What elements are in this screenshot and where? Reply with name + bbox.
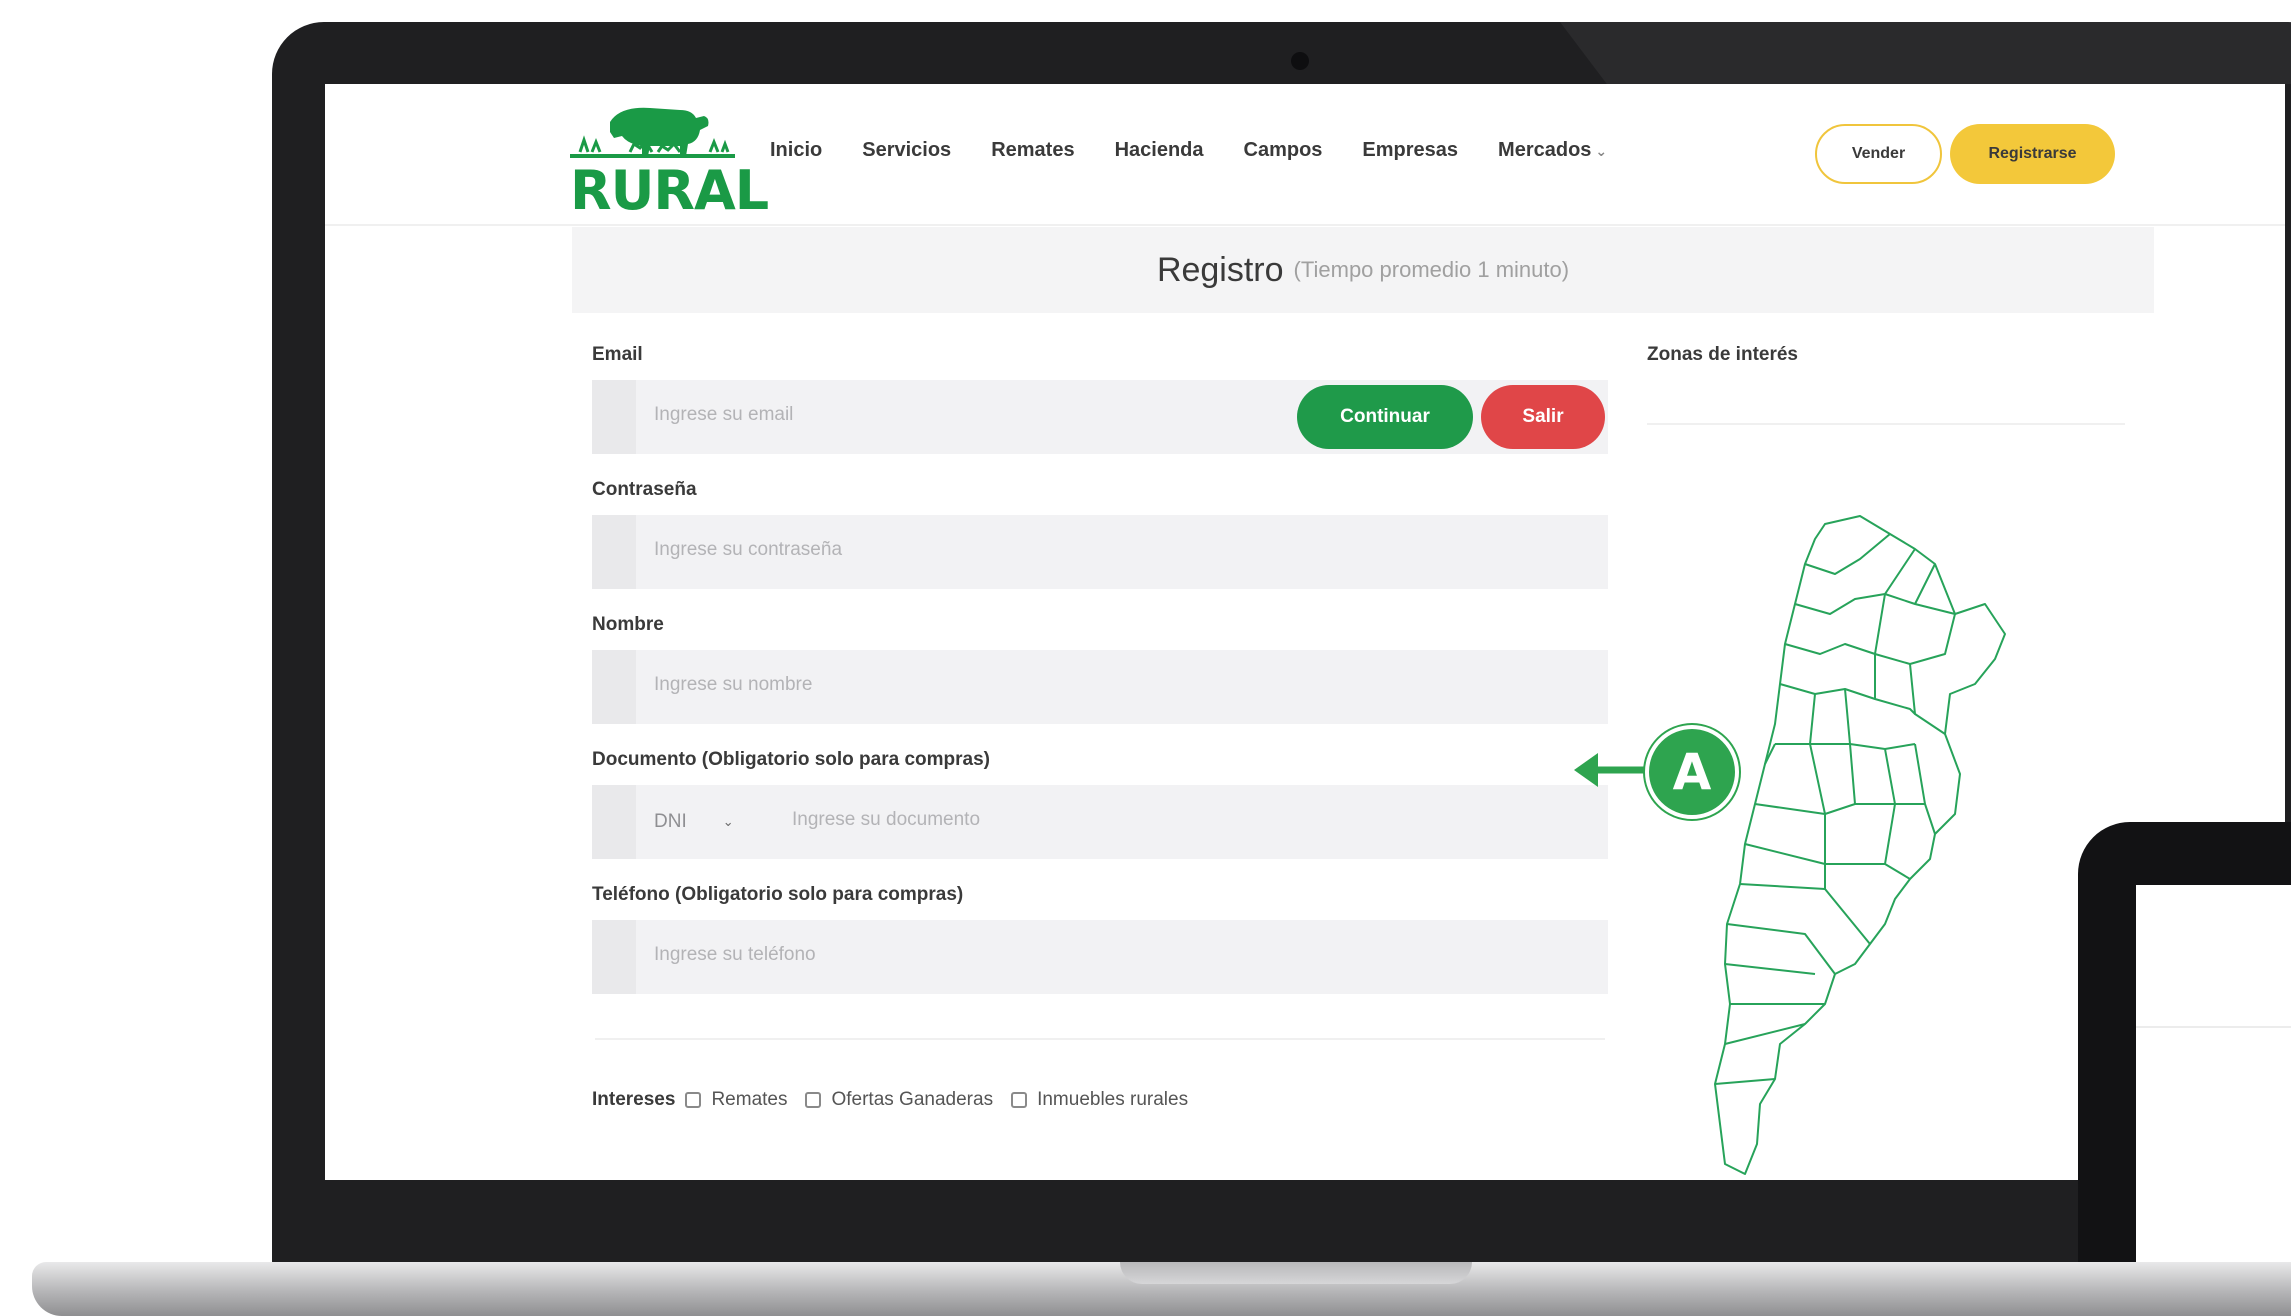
interest-ofertas-ganaderas-label: Ofertas Ganaderas	[831, 1089, 994, 1110]
nav-divider	[325, 224, 2285, 226]
logo-text: RURAL	[570, 159, 769, 222]
zones-divider	[1647, 423, 2125, 425]
registrarse-button[interactable]: Registrarse	[1950, 124, 2115, 184]
phone-label: Teléfono (Obligatorio solo para compras)	[592, 884, 964, 905]
nav-item-servicios[interactable]: Servicios	[862, 139, 951, 162]
interest-inmuebles-rurales[interactable]: Inmuebles rurales	[1011, 1089, 1188, 1111]
document-field-addon	[592, 785, 636, 859]
phone-field[interactable]: Ingrese su teléfono	[592, 920, 1608, 994]
document-type-value: DNI	[654, 811, 687, 832]
page-title: Registro	[1156, 250, 1284, 289]
name-field[interactable]: Ingrese su nombre	[592, 650, 1608, 724]
interests-label: Intereses	[592, 1089, 676, 1110]
password-field[interactable]: Ingrese su contraseña	[592, 515, 1608, 589]
nav-item-remates[interactable]: Remates	[991, 139, 1074, 162]
document-field: DNI ⌄ Ingrese su documento	[592, 785, 1608, 859]
nav-item-mercados-label: Mercados	[1498, 139, 1592, 161]
nav-item-mercados[interactable]: Mercados ⌄	[1498, 139, 1607, 162]
laptop-frame-glare	[1560, 22, 2291, 84]
zones-label: Zonas de interés	[1647, 344, 1798, 365]
chevron-down-icon: ⌄	[722, 814, 734, 829]
name-label: Nombre	[592, 614, 664, 635]
vender-button[interactable]: Vender	[1815, 124, 1942, 184]
phone-field-addon	[592, 920, 636, 994]
camera-icon	[1291, 52, 1309, 70]
nav-item-inicio[interactable]: Inicio	[770, 139, 822, 162]
interest-inmuebles-rurales-label: Inmuebles rurales	[1037, 1089, 1189, 1110]
laptop-base-notch	[1120, 1262, 1472, 1284]
checkbox[interactable]	[805, 1092, 822, 1108]
nav-item-empresas[interactable]: Empresas	[1362, 139, 1458, 162]
argentina-map-icon[interactable]	[1685, 504, 2085, 1180]
cattle-logo-icon	[570, 107, 735, 158]
email-field-addon	[592, 380, 636, 454]
annotation-badge: A	[1645, 725, 1739, 819]
phone-screen-divider	[2136, 1026, 2291, 1028]
nav-item-campos[interactable]: Campos	[1244, 139, 1323, 162]
checkbox[interactable]	[685, 1092, 702, 1108]
laptop-screen: RURAL Inicio Servicios Remates Hacienda …	[325, 84, 2285, 1180]
form-divider	[595, 1038, 1605, 1040]
checkbox[interactable]	[1011, 1092, 1028, 1108]
nav-item-hacienda[interactable]: Hacienda	[1115, 139, 1204, 162]
arrow-left-icon	[1574, 753, 1650, 787]
name-placeholder: Ingrese su nombre	[654, 674, 813, 695]
page-heading: Registro (Tiempo promedio 1 minuto)	[572, 227, 2154, 313]
email-placeholder: Ingrese su email	[654, 404, 794, 425]
password-field-addon	[592, 515, 636, 589]
password-label: Contraseña	[592, 479, 697, 500]
interest-ofertas-ganaderas[interactable]: Ofertas Ganaderas	[805, 1089, 993, 1111]
document-type-select[interactable]: DNI ⌄	[654, 807, 764, 837]
document-label: Documento (Obligatorio solo para compras…	[592, 749, 990, 770]
interest-remates[interactable]: Remates	[685, 1089, 787, 1111]
interest-remates-label: Remates	[711, 1089, 788, 1110]
name-field-addon	[592, 650, 636, 724]
chevron-down-icon: ⌄	[1595, 143, 1608, 159]
phone-screen	[2136, 885, 2291, 1316]
password-placeholder: Ingrese su contraseña	[654, 539, 843, 560]
continuar-button[interactable]: Continuar	[1297, 385, 1473, 449]
email-label: Email	[592, 344, 643, 365]
device-mockup: RURAL Inicio Servicios Remates Hacienda …	[0, 0, 2291, 1316]
document-input[interactable]: Ingrese su documento	[792, 809, 980, 831]
interests-row: Intereses Remates Ofertas Ganaderas Inmu…	[592, 1089, 1196, 1111]
salir-button[interactable]: Salir	[1481, 385, 1605, 449]
main-nav: Inicio Servicios Remates Hacienda Campos…	[770, 139, 1607, 162]
page-subtitle: (Tiempo promedio 1 minuto)	[1293, 257, 1570, 282]
phone-placeholder: Ingrese su teléfono	[654, 944, 816, 965]
rural-logo[interactable]: RURAL	[570, 102, 769, 218]
